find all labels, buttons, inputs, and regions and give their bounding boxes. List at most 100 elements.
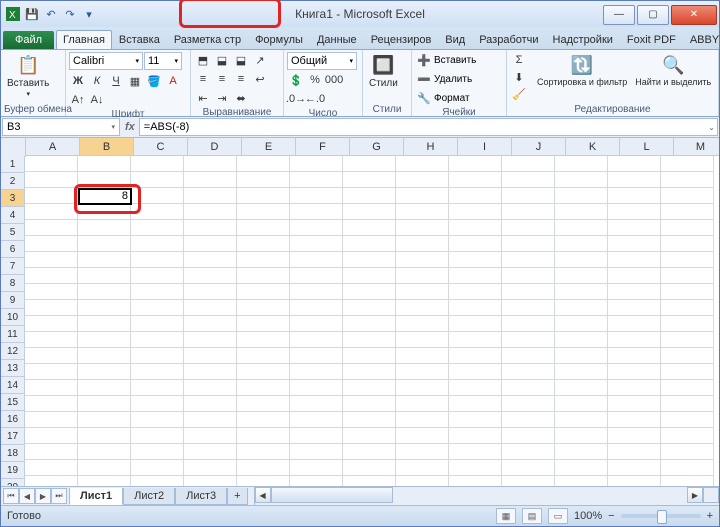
cell-D18[interactable] xyxy=(184,428,237,444)
cell-C5[interactable] xyxy=(131,220,184,236)
cell-D12[interactable] xyxy=(184,332,237,348)
cell-K18[interactable] xyxy=(555,428,608,444)
cell-F6[interactable] xyxy=(290,236,343,252)
cell-C19[interactable] xyxy=(131,444,184,460)
cell-F9[interactable] xyxy=(290,284,343,300)
cell-H5[interactable] xyxy=(396,220,449,236)
decrease-indent-icon[interactable]: ⇤ xyxy=(194,90,212,106)
tab-формулы[interactable]: Формулы xyxy=(248,30,310,49)
cell-J4[interactable] xyxy=(502,204,555,220)
clear-icon[interactable]: 🧹 xyxy=(510,86,528,102)
scroll-right-icon[interactable]: ▶ xyxy=(687,487,703,503)
cell-H18[interactable] xyxy=(396,428,449,444)
cell-H4[interactable] xyxy=(396,204,449,220)
cell-M8[interactable] xyxy=(661,268,714,284)
formula-input[interactable]: =ABS(-8) ⌄ xyxy=(139,118,718,136)
cell-H7[interactable] xyxy=(396,252,449,268)
cell-D21[interactable] xyxy=(184,476,237,486)
cell-K21[interactable] xyxy=(555,476,608,486)
cell-H21[interactable] xyxy=(396,476,449,486)
cell-E13[interactable] xyxy=(237,348,290,364)
cell-G2[interactable] xyxy=(343,172,396,188)
sheet-tab-Лист2[interactable]: Лист2 xyxy=(123,488,175,505)
row-header-12[interactable]: 12 xyxy=(1,343,25,360)
fx-icon[interactable]: fx xyxy=(125,121,135,133)
cell-C17[interactable] xyxy=(131,412,184,428)
cell-D9[interactable] xyxy=(184,284,237,300)
cell-F14[interactable] xyxy=(290,364,343,380)
cell-B18[interactable] xyxy=(78,428,131,444)
cell-H12[interactable] xyxy=(396,332,449,348)
cell-A1[interactable] xyxy=(25,156,78,172)
row-header-17[interactable]: 17 xyxy=(1,428,25,445)
sort-filter-button[interactable]: 🔃 Сортировка и фильтр xyxy=(534,52,630,88)
cell-G8[interactable] xyxy=(343,268,396,284)
cell-E21[interactable] xyxy=(237,476,290,486)
col-header-F[interactable]: F xyxy=(296,138,350,156)
cell-H8[interactable] xyxy=(396,268,449,284)
cell-J2[interactable] xyxy=(502,172,555,188)
cell-G19[interactable] xyxy=(343,444,396,460)
tab-file[interactable]: Файл xyxy=(3,31,54,49)
currency-icon[interactable]: 💲 xyxy=(287,72,305,88)
cell-F21[interactable] xyxy=(290,476,343,486)
tab-abbyy pdf tr[interactable]: ABBYY PDF Tr xyxy=(683,30,720,49)
cell-C21[interactable] xyxy=(131,476,184,486)
cell-B20[interactable] xyxy=(78,460,131,476)
decrease-decimal-icon[interactable]: ←.0 xyxy=(306,91,324,107)
find-select-button[interactable]: 🔍 Найти и выделить xyxy=(632,52,714,88)
cells-area[interactable]: 8 xyxy=(25,156,719,486)
cell-C9[interactable] xyxy=(131,284,184,300)
cell-A2[interactable] xyxy=(25,172,78,188)
cell-G1[interactable] xyxy=(343,156,396,172)
cell-E7[interactable] xyxy=(237,252,290,268)
cell-A16[interactable] xyxy=(25,396,78,412)
cell-D3[interactable] xyxy=(184,188,237,204)
sheet-prev-icon[interactable]: ◀ xyxy=(19,488,35,504)
cell-A13[interactable] xyxy=(25,348,78,364)
cell-L8[interactable] xyxy=(608,268,661,284)
redo-icon[interactable]: ↷ xyxy=(62,6,78,22)
cell-L2[interactable] xyxy=(608,172,661,188)
cell-G12[interactable] xyxy=(343,332,396,348)
cell-J20[interactable] xyxy=(502,460,555,476)
cell-K2[interactable] xyxy=(555,172,608,188)
cell-E11[interactable] xyxy=(237,316,290,332)
cell-G18[interactable] xyxy=(343,428,396,444)
cell-K20[interactable] xyxy=(555,460,608,476)
autosum-icon[interactable]: Σ xyxy=(510,52,528,68)
cell-I8[interactable] xyxy=(449,268,502,284)
cell-M3[interactable] xyxy=(661,188,714,204)
cell-M13[interactable] xyxy=(661,348,714,364)
cell-B14[interactable] xyxy=(78,364,131,380)
cell-A9[interactable] xyxy=(25,284,78,300)
cell-B7[interactable] xyxy=(78,252,131,268)
cell-I7[interactable] xyxy=(449,252,502,268)
cell-M6[interactable] xyxy=(661,236,714,252)
row-header-3[interactable]: 3 xyxy=(1,190,25,207)
tab-разработчи[interactable]: Разработчи xyxy=(472,30,545,49)
percent-icon[interactable]: % xyxy=(306,72,324,88)
font-color-button[interactable]: A xyxy=(164,73,182,89)
cell-D11[interactable] xyxy=(184,316,237,332)
cell-E15[interactable] xyxy=(237,380,290,396)
align-top-icon[interactable]: ⬒ xyxy=(194,52,212,68)
cell-A15[interactable] xyxy=(25,380,78,396)
sheet-next-icon[interactable]: ▶ xyxy=(35,488,51,504)
cell-C2[interactable] xyxy=(131,172,184,188)
orientation-icon[interactable]: ↗ xyxy=(251,52,269,68)
cell-J10[interactable] xyxy=(502,300,555,316)
cell-B19[interactable] xyxy=(78,444,131,460)
cell-E19[interactable] xyxy=(237,444,290,460)
align-left-icon[interactable]: ≡ xyxy=(194,71,212,87)
comma-icon[interactable]: 000 xyxy=(325,72,343,88)
cell-M19[interactable] xyxy=(661,444,714,460)
increase-indent-icon[interactable]: ⇥ xyxy=(213,90,231,106)
row-header-1[interactable]: 1 xyxy=(1,156,25,173)
cell-D7[interactable] xyxy=(184,252,237,268)
cell-B8[interactable] xyxy=(78,268,131,284)
close-button[interactable]: ✕ xyxy=(671,5,717,25)
cell-D19[interactable] xyxy=(184,444,237,460)
cell-C4[interactable] xyxy=(131,204,184,220)
cell-J8[interactable] xyxy=(502,268,555,284)
